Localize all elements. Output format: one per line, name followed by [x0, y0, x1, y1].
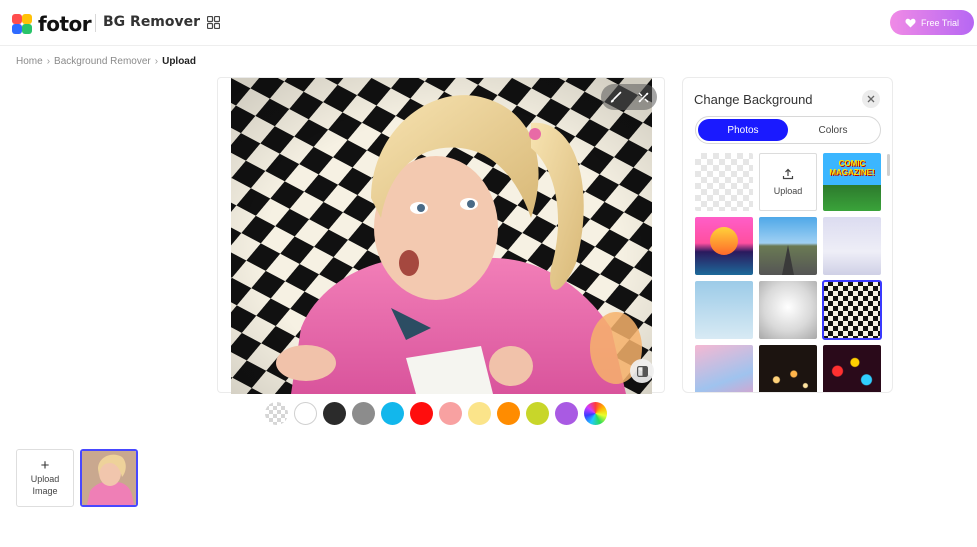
breadcrumb-home[interactable]: Home — [16, 56, 43, 67]
swatch-orange[interactable] — [497, 402, 520, 425]
upload-image-label-1: Upload — [30, 474, 60, 484]
compare-icon — [636, 365, 648, 377]
fotor-logo[interactable]: fotor — [12, 12, 92, 36]
breadcrumb: Home › Background Remover › Upload — [16, 56, 196, 67]
swatch-black[interactable] — [323, 402, 346, 425]
tile-checker-warp[interactable] — [822, 280, 882, 340]
tile-color-bokeh[interactable] — [823, 345, 881, 392]
swatch-yellow[interactable] — [468, 402, 491, 425]
canvas-tools — [601, 84, 657, 110]
compare-button[interactable] — [630, 359, 654, 383]
swatch-pink[interactable] — [439, 402, 462, 425]
image-thumbnail[interactable] — [80, 449, 138, 507]
upload-label: Upload — [773, 186, 803, 196]
logo-text: fotor — [38, 12, 92, 36]
logo-mark-icon — [12, 14, 32, 34]
background-type-tabs: Photos Colors — [695, 116, 881, 144]
swatch-lime[interactable] — [526, 402, 549, 425]
swatch-white[interactable] — [294, 402, 317, 425]
swatch-cyan[interactable] — [381, 402, 404, 425]
tile-bokeh-lights[interactable] — [759, 345, 817, 392]
grid-apps-icon[interactable] — [207, 16, 220, 29]
swatch-rainbow[interactable] — [584, 402, 607, 425]
header-divider — [95, 14, 96, 32]
tab-photos[interactable]: Photos — [698, 119, 788, 141]
tile-gray-radial[interactable] — [759, 281, 817, 339]
tile-pink-clouds[interactable] — [695, 345, 753, 392]
upload-icon — [782, 168, 794, 180]
top-header: fotor BG Remover Free Trial — [0, 0, 977, 46]
plus-icon: + — [40, 457, 50, 474]
upload-image-label-2: Image — [32, 486, 58, 496]
color-swatches — [265, 402, 607, 425]
tile-transparent[interactable] — [695, 153, 753, 211]
tile-road[interactable] — [759, 217, 817, 275]
swatch-red[interactable] — [410, 402, 433, 425]
breadcrumb-current: Upload — [162, 56, 196, 67]
close-button[interactable] — [862, 90, 880, 108]
change-background-panel: Change Background Photos Colors Upload C… — [682, 77, 893, 393]
product-name: BG Remover — [103, 14, 201, 30]
editor-canvas — [217, 77, 665, 394]
swatch-transparent[interactable] — [265, 402, 288, 425]
breadcrumb-background-remover[interactable]: Background Remover — [54, 56, 151, 67]
free-trial-button[interactable]: Free Trial — [890, 10, 974, 35]
chevron-right-icon: › — [154, 56, 159, 67]
close-icon — [867, 95, 875, 103]
tile-studio-gray[interactable] — [823, 217, 881, 275]
free-trial-label: Free Trial — [920, 17, 959, 28]
tab-colors[interactable]: Colors — [788, 119, 878, 141]
edited-image — [231, 78, 652, 394]
chevron-right-icon: › — [46, 56, 51, 67]
tile-upload[interactable]: Upload — [759, 153, 817, 211]
tile-comic-magazine[interactable]: COMIC MAGAZINE! — [823, 153, 881, 211]
panel-title: Change Background — [694, 92, 813, 107]
tile-sunset-grid[interactable] — [695, 217, 753, 275]
brush-icon[interactable] — [609, 91, 622, 104]
background-tiles: Upload COMIC MAGAZINE! — [695, 153, 884, 392]
eraser-icon[interactable] — [637, 91, 650, 104]
swatch-gray[interactable] — [352, 402, 375, 425]
heart-icon — [905, 18, 916, 27]
panel-scrollbar[interactable] — [887, 154, 890, 176]
comic-title: COMIC MAGAZINE! — [829, 159, 875, 177]
swatch-purple[interactable] — [555, 402, 578, 425]
tile-sky-blue[interactable] — [695, 281, 753, 339]
upload-image-button[interactable]: + Upload Image — [16, 449, 74, 507]
